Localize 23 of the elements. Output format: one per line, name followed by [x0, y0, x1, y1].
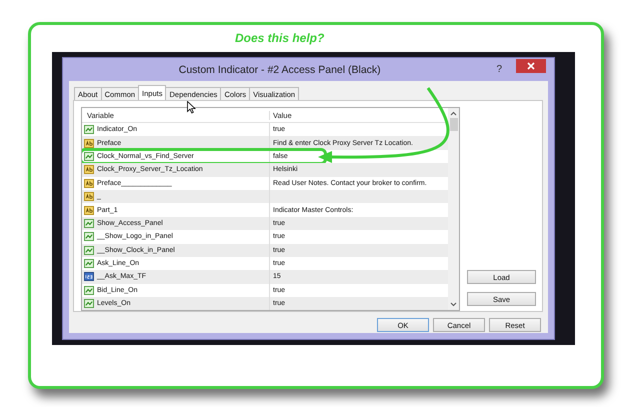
chart-line-icon — [84, 246, 94, 255]
scroll-up-icon[interactable] — [450, 111, 457, 116]
chart-line-icon — [84, 286, 94, 295]
text-type-icon — [84, 192, 94, 202]
chart-line-icon — [84, 218, 94, 228]
close-button[interactable] — [516, 58, 546, 72]
text-type-icon — [84, 206, 94, 215]
number-type-icon — [84, 272, 94, 282]
text-type-icon — [84, 165, 94, 174]
chart-line-icon — [84, 232, 94, 242]
scrollbar[interactable] — [448, 108, 459, 310]
close-icon — [527, 62, 535, 70]
window-title: Custom Indicator - #2 Access Panel (Black) — [178, 64, 382, 76]
chart-line-icon — [84, 299, 94, 308]
chart-line-icon — [84, 125, 94, 134]
text-type-icon — [84, 178, 94, 188]
annotation-caption: Does this help? — [235, 30, 326, 47]
scroll-down-icon[interactable] — [450, 302, 457, 307]
chart-line-icon — [84, 259, 94, 268]
chart-line-icon — [84, 152, 94, 161]
scrollbar-thumb[interactable] — [450, 118, 458, 131]
help-button[interactable]: ? — [496, 64, 502, 75]
text-type-icon — [84, 138, 94, 148]
